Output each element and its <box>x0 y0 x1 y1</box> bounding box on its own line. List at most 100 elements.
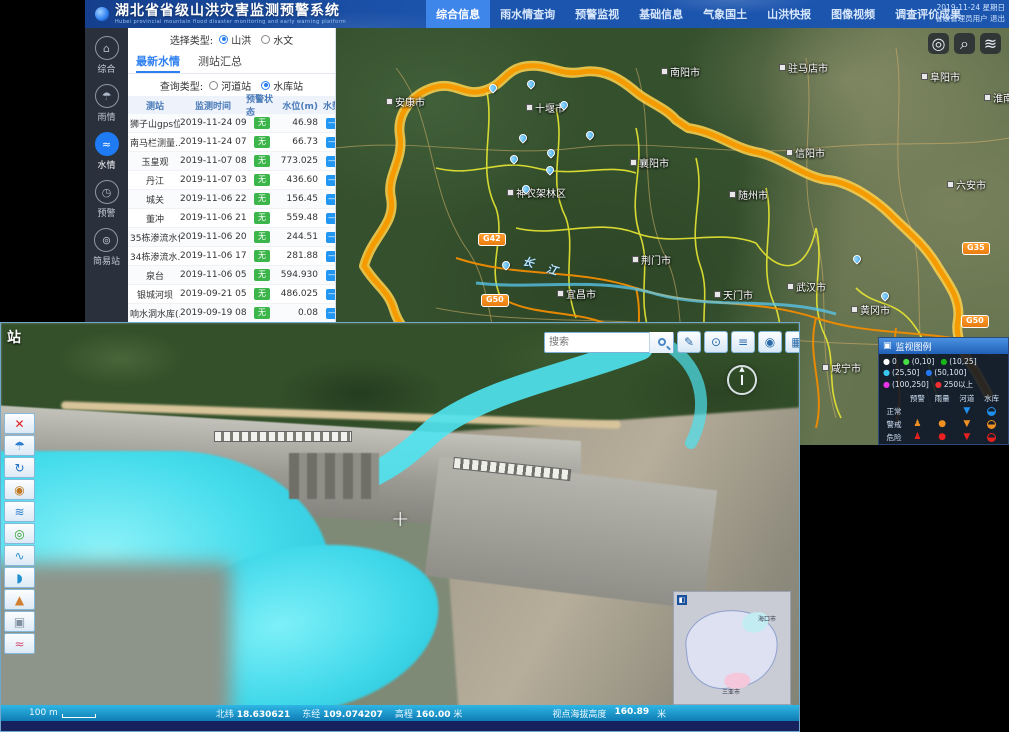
sidebar-item-预警[interactable]: ◷预警 <box>95 180 119 219</box>
layers-map-icon[interactable]: ≋ <box>980 33 1001 54</box>
cell-status: 无 <box>246 117 278 129</box>
nav-item-气象国土[interactable]: 气象国土 <box>693 0 757 28</box>
viewer-left-toolbar: ✕☂↻◉≋◎∿◗▲▣≈ <box>4 413 35 654</box>
wave-tool-button[interactable]: ≋ <box>4 501 35 522</box>
table-row[interactable]: 响水洞水库(..2019-09-19 08无0.08— <box>128 304 336 323</box>
nav-item-预警监视[interactable]: 预警监视 <box>565 0 629 28</box>
table-row[interactable]: 狮子山gps位..2019-11-24 09无46.98—46.99 <box>128 114 336 133</box>
list-button[interactable]: ≡ <box>731 331 755 353</box>
status-badge: 无 <box>254 193 270 205</box>
drop-tool-button[interactable]: ◗ <box>4 567 35 588</box>
tab-最新水情[interactable]: 最新水情 <box>136 50 180 73</box>
table-row[interactable]: 泉台2019-11-06 05无594.930— <box>128 266 336 285</box>
query-select-row: 查询类型: 河道站水库站 <box>128 74 335 96</box>
search-input[interactable] <box>545 334 649 351</box>
lon-value: 109.074207 <box>323 710 383 720</box>
cell-status: 无 <box>246 250 278 262</box>
road-badge-G50-3: G50 <box>961 315 989 328</box>
type-radio-水文[interactable]: 水文 <box>261 32 293 47</box>
type-label: 选择类型: <box>170 32 213 47</box>
terrain-scene[interactable]: 站 + ✕☂↻◉≋◎∿◗▲▣≈ ✎⊙≡◉▦♁↶ ◧ 海口 <box>1 323 799 705</box>
cell-time: 2019-11-06 05 <box>180 270 246 280</box>
nav-item-图像视频[interactable]: 图像视频 <box>821 0 885 28</box>
status-badge: 无 <box>254 117 270 129</box>
radar-tool-button[interactable]: ◎ <box>4 523 35 544</box>
cell-status: 无 <box>246 307 278 319</box>
app-title: 湖北省省级山洪灾害监测预警系统 <box>115 4 346 18</box>
camera-button[interactable]: ⊙ <box>704 331 728 353</box>
main-nav: 综合信息雨水情查询预警监视基础信息气象国土山洪快报图像视频调查评价成果 <box>426 0 971 28</box>
user-text[interactable]: 省级管理员用户 退出 <box>935 13 1005 24</box>
overview-inset-map[interactable]: ◧ 海口市 三亚市 <box>673 591 791 705</box>
search-map-icon[interactable]: ⌕ <box>954 33 975 54</box>
chart-edit-button[interactable]: ✎ <box>677 331 701 353</box>
type-radio-山洪[interactable]: 山洪 <box>219 32 251 47</box>
cell-trend: — <box>320 232 336 243</box>
ripple-tool-button[interactable]: ∿ <box>4 545 35 566</box>
table-row[interactable]: 丹江2019-11-07 03无436.60— <box>128 171 336 190</box>
section-tool-button[interactable]: ≈ <box>4 633 35 654</box>
search-button[interactable] <box>649 332 673 353</box>
radio-label-山洪: 山洪 <box>231 32 251 47</box>
eye-button[interactable]: ◉ <box>758 331 782 353</box>
cell-trend: — <box>320 289 336 300</box>
table-row[interactable]: 董冲2019-11-06 21无559.48— <box>128 209 336 228</box>
sidebar-item-简易站[interactable]: ⊚简易站 <box>93 228 120 267</box>
search-icon <box>658 338 666 346</box>
nav-item-综合信息[interactable]: 综合信息 <box>426 0 490 28</box>
rain-level-label: (25,50] <box>892 368 919 377</box>
tab-测站汇总[interactable]: 测站汇总 <box>198 50 242 73</box>
trend-steady-icon: — <box>326 118 337 129</box>
legend-titlebar[interactable]: ▣ 监视图例 <box>879 338 1008 354</box>
city-label-宜昌市: 宜昌市 <box>557 286 596 301</box>
table-row[interactable]: 35栋渗流水位2019-11-06 20无244.51— <box>128 228 336 247</box>
viewer-close-button[interactable]: ✕ <box>4 413 35 434</box>
rain-level-label: 0 <box>892 357 897 366</box>
compass[interactable] <box>727 365 757 395</box>
sidebar-item-雨情[interactable]: ☂雨情 <box>95 84 119 123</box>
table-row[interactable]: 34栋渗流水..2019-11-06 17无281.88— <box>128 247 336 266</box>
cell-station: 35栋渗流水位 <box>128 231 180 244</box>
table-row[interactable]: 城关2019-11-06 22无156.45— <box>128 190 336 209</box>
rain-tool-button[interactable]: ☂ <box>4 435 35 456</box>
trend-steady-icon: — <box>326 194 337 205</box>
nav-item-基础信息[interactable]: 基础信息 <box>629 0 693 28</box>
rain-level-label: (50,100] <box>934 368 966 377</box>
sidebar-item-水情[interactable]: ≈水情 <box>95 132 119 171</box>
trend-steady-icon: — <box>326 137 337 148</box>
nav-item-山洪快报[interactable]: 山洪快报 <box>757 0 821 28</box>
inset-city-top: 海口市 <box>758 614 776 623</box>
flood-tool-button[interactable]: ◉ <box>4 479 35 500</box>
cell-time: 2019-09-19 08 <box>180 308 246 318</box>
cell-status: 无 <box>246 269 278 281</box>
table-row[interactable]: 玉皇观2019-11-07 08无773.025— <box>128 152 336 171</box>
viewer-3d-window[interactable]: 站 + ✕☂↻◉≋◎∿◗▲▣≈ ✎⊙≡◉▦♁↶ ◧ 海口 <box>0 322 800 732</box>
query-radio-水库站[interactable]: 水库站 <box>261 78 303 93</box>
table-row[interactable]: 南马栏测量..2019-11-24 07无66.73— <box>128 133 336 152</box>
cell-station: 34栋渗流水.. <box>128 250 180 263</box>
legend-station-table: 预警雨量河道水库正常▼警戒♟●▼危险♟●▼ <box>879 391 1008 445</box>
sidebar-item-综合[interactable]: ⌂综合 <box>95 36 119 75</box>
flow-tool-button[interactable]: ▲ <box>4 589 35 610</box>
table-row[interactable]: 银城河坝2019-09-21 05无486.025— <box>128 285 336 304</box>
cell-time: 2019-11-07 03 <box>180 175 246 185</box>
city-label-黄冈市: 黄冈市 <box>851 302 890 317</box>
city-label-阜阳市: 阜阳市 <box>921 69 960 84</box>
view-alt-value: 160.89 <box>614 707 649 720</box>
image-button[interactable]: ▦ <box>785 331 799 353</box>
sidebar-icon-雨情: ☂ <box>95 84 119 108</box>
nav-item-雨水情查询[interactable]: 雨水情查询 <box>490 0 565 28</box>
query-radio-河道站[interactable]: 河道站 <box>209 78 251 93</box>
city-label-天门市: 天门市 <box>714 287 753 302</box>
locate-map-icon[interactable]: ◎ <box>928 33 949 54</box>
city-label-驻马店市: 驻马店市 <box>779 60 828 75</box>
sidebar-icon-水情: ≈ <box>95 132 119 156</box>
cell-time: 2019-09-21 05 <box>180 289 246 299</box>
cycle-tool-button[interactable]: ↻ <box>4 457 35 478</box>
cell-trend: — <box>320 213 336 224</box>
rain-level-dot: ● <box>925 369 932 377</box>
rain-level-item: ●(25,50] <box>883 368 919 377</box>
frame-tool-button[interactable]: ▣ <box>4 611 35 632</box>
cell-level: 244.51 <box>278 232 320 242</box>
cell-status: 无 <box>246 136 278 148</box>
